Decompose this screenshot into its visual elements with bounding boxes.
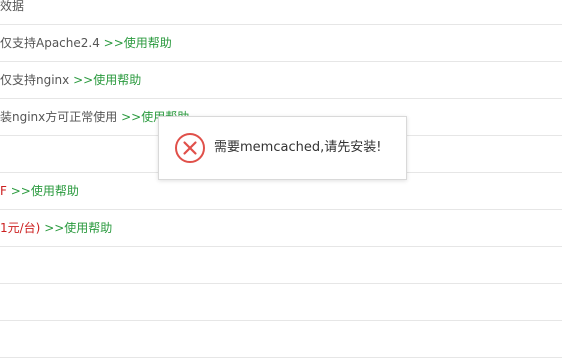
help-link[interactable]: >>使用帮助: [73, 73, 141, 87]
row-description: F: [0, 184, 11, 198]
settings-page: 效据 仅支持Apache2.4 >>使用帮助 仅支持nginx >>使用帮助 装…: [0, 0, 562, 359]
list-row: [0, 247, 562, 284]
row-description: 装nginx方可正常使用: [0, 110, 122, 124]
row-description: 1元/台): [0, 221, 45, 235]
list-row: 仅支持nginx >>使用帮助: [0, 62, 562, 99]
toast-message: 需要memcached,请先安装!: [214, 140, 382, 155]
help-link[interactable]: >>使用帮助: [11, 184, 79, 198]
row-description: 效据: [0, 0, 25, 13]
error-circle-x-icon: [174, 132, 206, 164]
error-toast: 需要memcached,请先安装!: [158, 116, 407, 180]
help-link[interactable]: >>使用帮助: [104, 36, 172, 50]
row-description: 仅支持Apache2.4: [0, 36, 104, 50]
row-description: 仅支持nginx: [0, 73, 74, 87]
list-row: 仅支持Apache2.4 >>使用帮助: [0, 25, 562, 62]
list-row: [0, 321, 562, 358]
list-row: [0, 284, 562, 321]
list-row: 1元/台) >>使用帮助: [0, 210, 562, 247]
help-link[interactable]: >>使用帮助: [44, 221, 112, 235]
list-row: 效据: [0, 0, 562, 25]
